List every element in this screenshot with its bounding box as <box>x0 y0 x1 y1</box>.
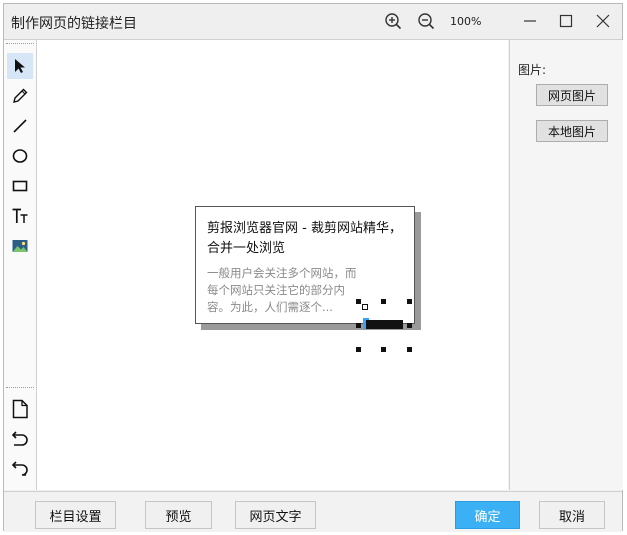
image-label: 图片: <box>518 63 547 77</box>
line-icon[interactable] <box>7 113 33 139</box>
pencil-icon[interactable] <box>7 83 33 109</box>
minimize-icon[interactable] <box>521 12 539 30</box>
rotate-handle[interactable] <box>362 304 368 310</box>
resize-handle[interactable] <box>356 299 361 304</box>
new-page-icon[interactable] <box>7 396 33 422</box>
maximize-icon[interactable] <box>557 12 575 30</box>
tool-palette <box>4 40 37 490</box>
properties-panel: 图片: 网页图片 本地图片 <box>509 40 623 490</box>
close-icon[interactable] <box>594 12 612 30</box>
cursor-icon[interactable] <box>7 53 33 79</box>
window-title: 制作网页的链接栏目 <box>11 16 137 32</box>
zoom-level: 100% <box>450 15 482 28</box>
zoom-out-icon[interactable] <box>417 12 435 30</box>
design-canvas[interactable]: 剪报浏览器官网 - 裁剪网站精华，合并一处浏览 一般用户会关注多个网站，而每个网… <box>37 40 508 490</box>
ellipse-icon[interactable] <box>7 143 33 169</box>
web-text-button[interactable]: 网页文字 <box>235 501 316 529</box>
undo-icon[interactable] <box>7 426 33 452</box>
card-description: 一般用户会关注多个网站，而每个网站只关注它的部分内容。为此，人们需逐个... <box>207 266 357 314</box>
image-icon[interactable] <box>7 233 33 259</box>
resize-handle[interactable] <box>407 299 412 304</box>
confirm-button[interactable]: 确定 <box>455 501 520 529</box>
link-card[interactable]: 剪报浏览器官网 - 裁剪网站精华，合并一处浏览 一般用户会关注多个网站，而每个网… <box>195 206 415 352</box>
bottom-action-bar: 栏目设置 预览 网页文字 确定 取消 <box>4 491 622 532</box>
app-window: 制作网页的链接栏目 100% 剪报浏览器官网 - 裁剪网站精华，合并一处浏览 一… <box>3 3 623 532</box>
rectangle-icon[interactable] <box>7 173 33 199</box>
resize-handle[interactable] <box>407 323 412 328</box>
selected-link-text[interactable] <box>366 320 403 329</box>
preview-button[interactable]: 预览 <box>145 501 212 529</box>
zoom-in-icon[interactable] <box>384 12 402 30</box>
resize-handle[interactable] <box>381 347 386 352</box>
redo-icon[interactable] <box>7 456 33 482</box>
resize-handle[interactable] <box>356 323 361 328</box>
resize-handle[interactable] <box>407 347 412 352</box>
cancel-button[interactable]: 取消 <box>539 501 605 529</box>
local-image-button[interactable]: 本地图片 <box>536 120 608 142</box>
title-bar: 制作网页的链接栏目 100% <box>4 4 622 40</box>
web-image-button[interactable]: 网页图片 <box>536 84 608 106</box>
toolbar-divider <box>6 387 34 388</box>
text-icon[interactable] <box>7 203 33 229</box>
resize-handle[interactable] <box>356 347 361 352</box>
column-settings-button[interactable]: 栏目设置 <box>35 501 116 529</box>
card-title: 剪报浏览器官网 - 裁剪网站精华，合并一处浏览 <box>207 221 402 256</box>
toolbar-divider <box>6 43 34 44</box>
resize-handle[interactable] <box>381 299 386 304</box>
